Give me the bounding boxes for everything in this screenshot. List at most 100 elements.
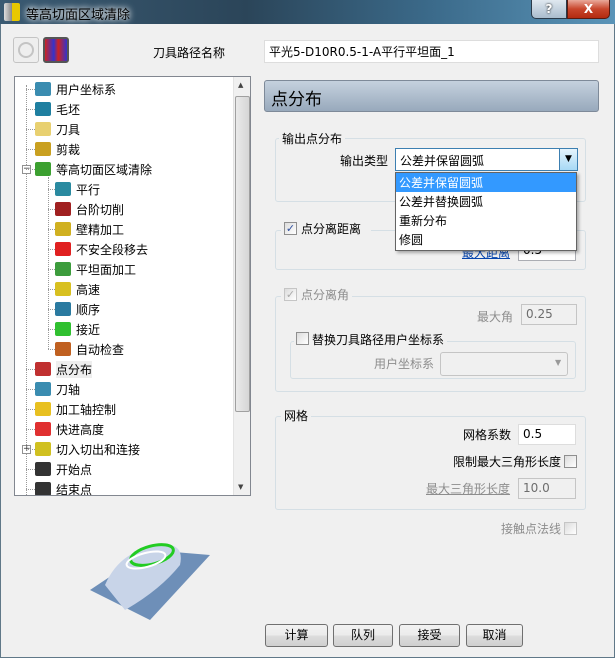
- tree-item[interactable]: 毛坯: [35, 100, 80, 118]
- tree-item[interactable]: 接近: [55, 320, 100, 338]
- tree-item-label: 剪裁: [56, 142, 81, 157]
- tree-item[interactable]: 顺序: [55, 300, 100, 318]
- tree-item-label: 开始点: [56, 462, 93, 477]
- app-icon: [4, 3, 20, 21]
- block-icon: [35, 102, 51, 116]
- queue-button[interactable]: 队列: [333, 624, 393, 647]
- mesh-group-label: 网格: [281, 407, 312, 424]
- tree-item-label: 不安全段移去: [76, 242, 149, 257]
- tree-item-label: 刀具: [56, 122, 81, 137]
- contact-normal-label: 接触点法线: [501, 522, 562, 536]
- tree-item-label: 切入切出和连接: [56, 442, 141, 457]
- tree-scrollbar[interactable]: ▲ ▼: [233, 77, 250, 495]
- mesh-factor-label: 网格系数: [463, 428, 512, 442]
- tool-axis-icon: [35, 382, 51, 396]
- tree-item-label: 结束点: [56, 482, 93, 496]
- close-button[interactable]: X: [567, 0, 610, 19]
- tree-item-label: 壁精加工: [76, 222, 125, 237]
- output-type-label: 输出类型: [340, 154, 389, 168]
- panel-title: 点分布: [264, 80, 599, 112]
- tree-item[interactable]: 平行: [55, 180, 100, 198]
- axis-control-icon: [35, 402, 51, 416]
- max-triangle-length-input[interactable]: 10.0: [518, 478, 576, 499]
- help-button[interactable]: ?: [531, 0, 567, 19]
- max-angle-input[interactable]: 0.25: [521, 304, 577, 325]
- step-cut-icon: [55, 202, 71, 216]
- cancel-button[interactable]: 取消: [466, 624, 523, 647]
- mesh-factor-input[interactable]: 0.5: [518, 424, 576, 445]
- angle-checkbox[interactable]: ✓: [284, 288, 297, 301]
- tree-item-label: 高速: [76, 282, 101, 297]
- tree-item[interactable]: 不安全段移去: [55, 240, 148, 258]
- point-distribution-icon: [35, 362, 51, 376]
- tree-item[interactable]: 加工轴控制: [35, 400, 116, 418]
- toolpath-preview-icon[interactable]: [43, 37, 69, 63]
- tree-item[interactable]: 切入切出和连接: [35, 440, 140, 458]
- tree-item[interactable]: 平坦面加工: [55, 260, 136, 278]
- area-clearance-icon: [35, 162, 51, 176]
- rapid-height-icon: [35, 422, 51, 436]
- output-type-select[interactable]: 公差并保留圆弧: [395, 148, 578, 171]
- auto-check-icon: [55, 342, 71, 356]
- ucs-icon: [35, 82, 51, 96]
- scroll-up-icon[interactable]: ▲: [238, 81, 243, 89]
- strategy-tree: − + 用户坐标系 毛坯 刀具 剪裁 等高切面区域清除 平行 台阶切削 壁精加工 不安全段移去平…: [14, 76, 251, 496]
- tree-item-label: 接近: [76, 322, 101, 337]
- recycle-icon[interactable]: [13, 37, 39, 63]
- tree-item[interactable]: 用户坐标系: [35, 80, 116, 98]
- toolpath-name-input[interactable]: 平光5-D10R0.5-1-A平行平坦面_1: [264, 40, 599, 63]
- chevron-down-icon[interactable]: ▼: [559, 148, 578, 171]
- tree-item[interactable]: 等高切面区域清除: [35, 160, 152, 178]
- tree-item-label: 顺序: [76, 302, 101, 317]
- contact-normal-checkbox[interactable]: [564, 522, 577, 535]
- accept-button[interactable]: 接受: [399, 624, 460, 647]
- tree-item-label: 台阶切削: [76, 202, 125, 217]
- unsafe-segment-icon: [55, 242, 71, 256]
- output-type-options: 公差并保留圆弧 公差并替换圆弧 重新分布 修圆: [395, 172, 577, 251]
- tool-icon: [35, 122, 51, 136]
- trim-icon: [35, 142, 51, 156]
- tree-item[interactable]: 点分布: [35, 360, 93, 378]
- tree-item-label: 刀轴: [56, 382, 81, 397]
- ucs-label: 用户坐标系: [374, 357, 435, 371]
- order-icon: [55, 302, 71, 316]
- limit-triangle-checkbox[interactable]: [564, 455, 577, 468]
- tree-item-label: 用户坐标系: [56, 82, 117, 97]
- option-tolerance-replace-arcs[interactable]: 公差并替换圆弧: [396, 192, 576, 211]
- calculate-button[interactable]: 计算: [265, 624, 328, 647]
- replace-ucs-label: 替换刀具路径用户坐标系: [294, 331, 448, 348]
- flat-icon: [55, 262, 71, 276]
- tree-item[interactable]: 自动检查: [55, 340, 124, 358]
- tree-item[interactable]: 刀具: [35, 120, 80, 138]
- tree-item[interactable]: 开始点: [35, 460, 92, 478]
- replace-ucs-checkbox[interactable]: [296, 332, 309, 345]
- option-tolerance-keep-arcs[interactable]: 公差并保留圆弧: [396, 173, 576, 192]
- preview-model-image: [90, 543, 210, 620]
- tree-item-label: 平行: [76, 182, 101, 197]
- max-angle-label: 最大角: [477, 310, 514, 324]
- tree-item[interactable]: 快进高度: [35, 420, 104, 438]
- tree-item[interactable]: 壁精加工: [55, 220, 124, 238]
- tree-item-label: 点分布: [56, 360, 93, 378]
- parallel-icon: [55, 182, 71, 196]
- tree-item[interactable]: 结束点: [35, 480, 93, 496]
- chevron-down-icon: ▼: [555, 358, 562, 367]
- high-speed-icon: [55, 282, 71, 296]
- tree-item[interactable]: 剪裁: [35, 140, 80, 158]
- tree-item-label: 等高切面区域清除: [56, 162, 153, 177]
- ucs-select[interactable]: [440, 352, 568, 376]
- tree-item[interactable]: 高速: [55, 280, 100, 298]
- option-fit-arcs[interactable]: 修圆: [396, 230, 576, 249]
- tree-item[interactable]: 刀轴: [35, 380, 80, 398]
- scroll-thumb[interactable]: [235, 96, 250, 412]
- tree-item-label: 平坦面加工: [76, 262, 137, 277]
- scroll-down-icon[interactable]: ▼: [238, 483, 243, 491]
- tree-item[interactable]: 台阶切削: [55, 200, 124, 218]
- tree-item-label: 加工轴控制: [56, 402, 117, 417]
- start-point-icon: [35, 462, 51, 476]
- tree-item-label: 毛坯: [56, 102, 81, 117]
- option-redistribute[interactable]: 重新分布: [396, 211, 576, 230]
- distance-checkbox[interactable]: ✓: [284, 222, 297, 235]
- approach-icon: [55, 322, 71, 336]
- wall-finish-icon: [55, 222, 71, 236]
